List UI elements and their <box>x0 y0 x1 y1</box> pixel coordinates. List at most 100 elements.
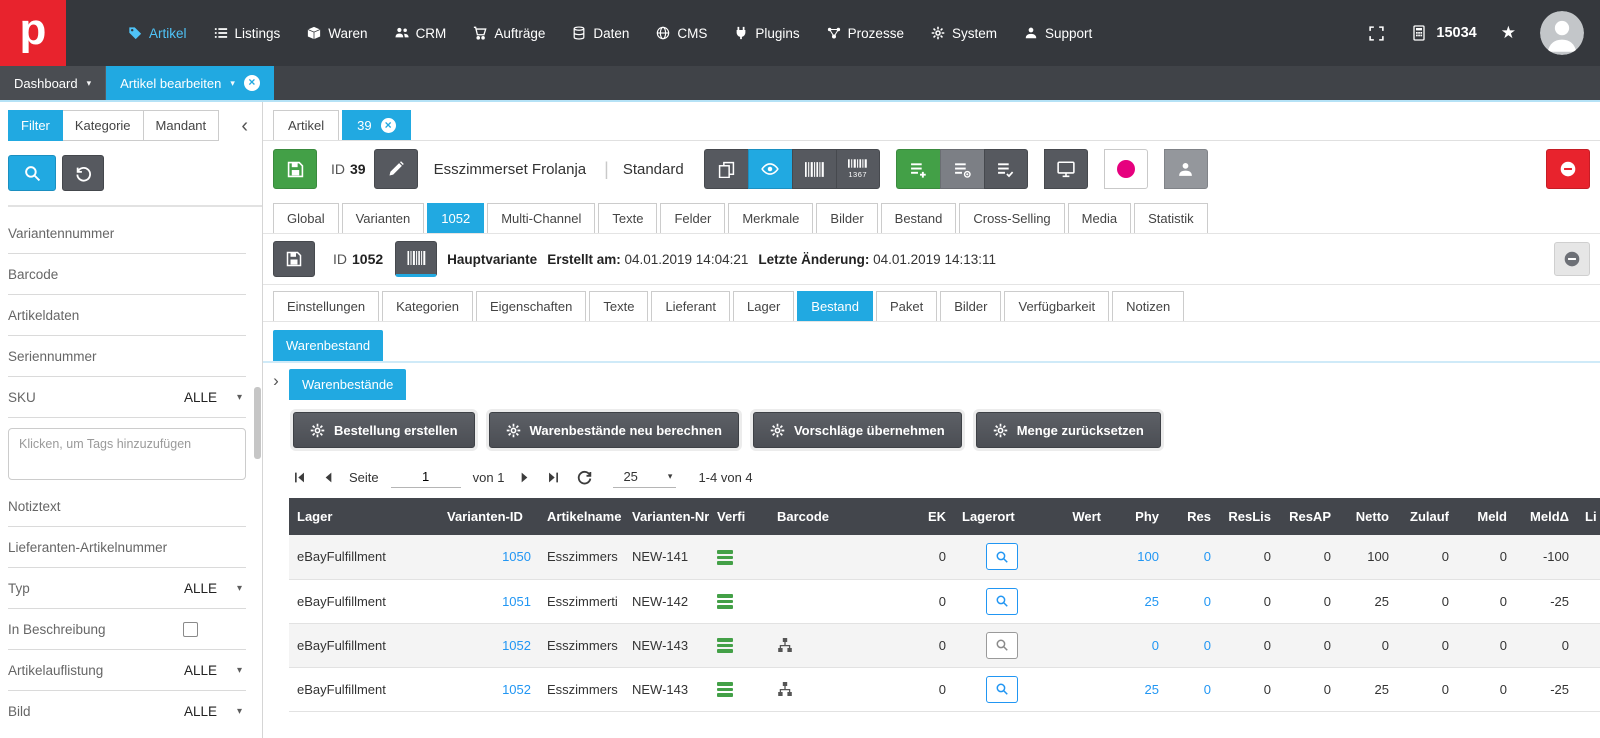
tab-bilder-variant[interactable]: Bilder <box>940 291 1001 321</box>
phy-link[interactable]: 25 <box>1145 594 1159 609</box>
copy-button[interactable] <box>704 149 748 189</box>
color-tag-button[interactable] <box>1104 149 1148 189</box>
variant-id-link[interactable]: 1051 <box>502 594 531 609</box>
res-link[interactable]: 0 <box>1204 594 1211 609</box>
tags-input[interactable]: Klicken, um Tags hinzuzufügen <box>8 428 246 480</box>
filter-notiztext[interactable]: Notiztext <box>8 486 246 527</box>
expand-panel-icon[interactable]: › <box>263 363 289 738</box>
tab-bestand[interactable]: Bestand <box>881 203 957 233</box>
nav-item-crm[interactable]: CRM <box>395 26 447 41</box>
close-tab-icon[interactable]: × <box>244 75 260 91</box>
nav-item-plugins[interactable]: Plugins <box>734 26 799 41</box>
tab-felder[interactable]: Felder <box>660 203 725 233</box>
nav-item-support[interactable]: Support <box>1024 26 1092 41</box>
tab-merkmale[interactable]: Merkmale <box>728 203 813 233</box>
tab-multi-channel[interactable]: Multi-Channel <box>487 203 595 233</box>
in-beschreibung-checkbox[interactable] <box>183 622 198 637</box>
collapse-sidebar-icon[interactable]: ‹ <box>233 116 256 136</box>
nav-item-listings[interactable]: Listings <box>214 26 281 41</box>
barcode-1367-button[interactable]: 1367 <box>836 149 880 189</box>
tab-cross-selling[interactable]: Cross-Selling <box>959 203 1064 233</box>
menge-zuruecksetzen-button[interactable]: Menge zurücksetzen <box>976 412 1161 448</box>
table-row[interactable]: eBayFulfillment 1051 Esszimmerti NEW-142… <box>289 579 1600 623</box>
sidebar-tab-kategorie[interactable]: Kategorie <box>63 110 144 141</box>
refresh-icon[interactable] <box>574 467 595 488</box>
per-page-select[interactable]: 25 ▾ <box>613 467 676 488</box>
bild-select[interactable]: ALLE▾ <box>184 704 246 719</box>
res-link[interactable]: 0 <box>1204 638 1211 653</box>
search-button[interactable] <box>8 155 56 191</box>
table-row[interactable]: eBayFulfillment 1052 Esszimmers NEW-143 … <box>289 667 1600 711</box>
nav-item-waren[interactable]: Waren <box>307 26 367 41</box>
delete-article-button[interactable] <box>1546 149 1590 189</box>
preview-eye-button[interactable] <box>748 149 792 189</box>
close-tab-icon[interactable]: × <box>381 118 396 133</box>
tab-statistik[interactable]: Statistik <box>1134 203 1208 233</box>
table-row[interactable]: eBayFulfillment 1050 Esszimmers NEW-141 … <box>289 535 1600 579</box>
bestellung-erstellen-button[interactable]: Bestellung erstellen <box>293 412 475 448</box>
lagerort-search-button[interactable] <box>986 676 1018 703</box>
workspace-tab-artikel-bearbeiten[interactable]: Artikel bearbeiten ▾ × <box>106 66 274 100</box>
tab-paket[interactable]: Paket <box>876 291 937 321</box>
first-page-icon[interactable] <box>291 469 308 486</box>
artikelauflistung-select[interactable]: ALLE▾ <box>184 663 246 678</box>
tab-lager[interactable]: Lager <box>733 291 794 321</box>
previous-page-icon[interactable] <box>320 469 337 486</box>
tab-texte[interactable]: Texte <box>598 203 657 233</box>
next-page-icon[interactable] <box>516 469 533 486</box>
variant-id-link[interactable]: 1052 <box>502 638 531 653</box>
owner-button[interactable] <box>1164 149 1208 189</box>
nav-item-system[interactable]: System <box>931 26 997 41</box>
table-row[interactable]: eBayFulfillment 1052 Esszimmers NEW-143 … <box>289 623 1600 667</box>
nav-item-cms[interactable]: CMS <box>656 26 707 41</box>
tab-global[interactable]: Global <box>273 203 339 233</box>
phy-link[interactable]: 100 <box>1137 549 1159 564</box>
res-link[interactable]: 0 <box>1204 682 1211 697</box>
page-input[interactable] <box>391 466 461 488</box>
lagerort-search-button[interactable] <box>986 632 1018 659</box>
last-page-icon[interactable] <box>545 469 562 486</box>
tab-einstellungen[interactable]: Einstellungen <box>273 291 379 321</box>
nav-item-artikel[interactable]: Artikel <box>128 26 187 41</box>
lagerort-search-button[interactable] <box>986 543 1018 570</box>
variant-save-button[interactable] <box>273 241 315 277</box>
tab-notizen[interactable]: Notizen <box>1112 291 1184 321</box>
variant-id-link[interactable]: 1050 <box>502 549 531 564</box>
tab-1052[interactable]: 1052 <box>427 203 484 233</box>
variant-barcode-button[interactable] <box>395 241 437 277</box>
filter-lieferanten-artikelnummer[interactable]: Lieferanten-Artikelnummer <box>8 527 246 568</box>
typ-select[interactable]: ALLE▾ <box>184 581 246 596</box>
sidebar-scrollbar[interactable] <box>254 387 261 459</box>
page-tab-39[interactable]: 39 × <box>342 110 410 140</box>
phy-link[interactable]: 0 <box>1152 638 1159 653</box>
page-tab-artikel[interactable]: Artikel <box>273 110 339 140</box>
edit-button[interactable] <box>374 149 418 189</box>
monitor-button[interactable] <box>1044 149 1088 189</box>
filter-barcode[interactable]: Barcode <box>8 254 246 295</box>
phy-link[interactable]: 25 <box>1145 682 1159 697</box>
collapse-variant-button[interactable] <box>1554 242 1590 276</box>
tab-bestand-variant[interactable]: Bestand <box>797 291 873 321</box>
tab-varianten[interactable]: Varianten <box>342 203 425 233</box>
res-link[interactable]: 0 <box>1204 549 1211 564</box>
user-avatar[interactable] <box>1540 11 1584 55</box>
tab-kategorien[interactable]: Kategorien <box>382 291 473 321</box>
tab-eigenschaften[interactable]: Eigenschaften <box>476 291 586 321</box>
barcode-button[interactable] <box>792 149 836 189</box>
filter-artikeldaten[interactable]: Artikeldaten <box>8 295 246 336</box>
lagerort-search-button[interactable] <box>986 588 1018 615</box>
tab-warenbestaende[interactable]: Warenbestände <box>289 369 406 400</box>
app-logo[interactable]: p <box>0 0 66 66</box>
nav-item-auftraege[interactable]: Aufträge <box>473 26 545 41</box>
tab-media[interactable]: Media <box>1068 203 1131 233</box>
favorites-star-icon[interactable]: ★ <box>1501 23 1516 43</box>
variant-id-link[interactable]: 1052 <box>502 682 531 697</box>
tab-lieferant[interactable]: Lieferant <box>651 291 730 321</box>
nav-item-daten[interactable]: Daten <box>572 26 629 41</box>
ticket-counter[interactable]: 15034 <box>1411 25 1476 41</box>
stock-add-button[interactable] <box>896 149 940 189</box>
stock-view-button[interactable] <box>940 149 984 189</box>
filter-variantennummer[interactable]: Variantennummer <box>8 213 246 254</box>
tab-bilder[interactable]: Bilder <box>816 203 877 233</box>
sku-select[interactable]: ALLE▾ <box>184 390 246 405</box>
